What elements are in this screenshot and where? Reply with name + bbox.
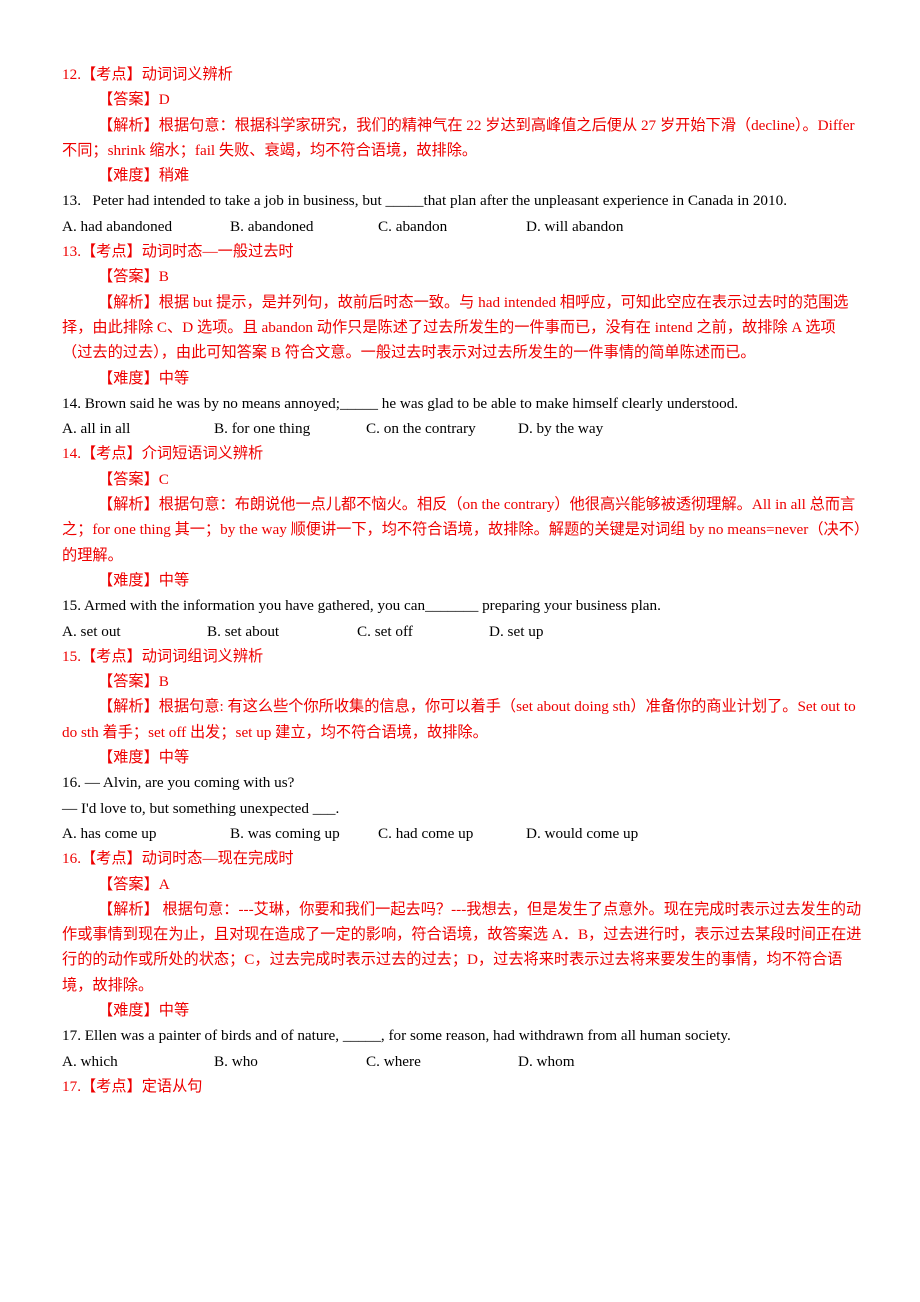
question-line-13: 13. Peter had intended to take a job in …: [62, 192, 788, 210]
option-13-b: B. abandoned: [230, 217, 314, 235]
option-16-d: D. would come up: [526, 824, 639, 842]
kaodian-line-15: 15.【考点】动词词组词义辨析: [62, 647, 264, 665]
option-17-d: D. whom: [518, 1052, 575, 1070]
option-15-d: D. set up: [489, 622, 544, 640]
question-block-17: 17. Ellen was a painter of birds and of …: [62, 1023, 862, 1099]
document-page: 12.【考点】动词词义辨析 【答案】D 【解析】根据句意：根据科学家研究，我们的…: [0, 0, 920, 1302]
option-13-c: C. abandon: [378, 217, 448, 235]
question-line-16-prompt: 16. — Alvin, are you coming with us?: [62, 774, 295, 792]
options-row-13: A. had abandoned B. abandoned C. abandon D.…: [62, 214, 862, 239]
option-17-c: C. where: [366, 1052, 421, 1070]
options-row-14: A. all in all B. for one thing C. on the c…: [62, 416, 862, 441]
option-14-d: D. by the way: [518, 420, 604, 438]
kaodian-line-13: 13.【考点】动词时态—一般过去时: [62, 243, 294, 261]
analysis-line-15: 【解析】根据句意: 有这么些个你所收集的信息，你可以着手（set about d…: [62, 698, 860, 741]
question-block-16: 16. — Alvin, are you coming with us? — I…: [62, 770, 862, 1023]
options-row-16: A. has come up B. was coming up C. had com…: [62, 821, 862, 846]
option-13-d: D. will abandon: [526, 217, 624, 235]
answer-line-13: 【答案】B: [98, 268, 169, 286]
question-block-14: 14. Brown said he was by no means annoye…: [62, 391, 862, 593]
difficulty-line-13: 【难度】中等: [98, 369, 190, 387]
kaodian-line-16: 16.【考点】动词时态—现在完成时: [62, 850, 294, 868]
options-row-15: A. set out B. set about C. set off D. set u…: [62, 619, 862, 644]
option-14-a: A. all in all: [62, 420, 131, 438]
answer-line-16: 【答案】A: [98, 875, 170, 893]
difficulty-line-16: 【难度】中等: [98, 1001, 190, 1019]
analysis-line-14: 【解析】根据句意：布朗说他一点儿都不恼火。相反（on the contrary）…: [62, 496, 862, 564]
analysis-line-12: 【解析】根据句意：根据科学家研究，我们的精神气在 22 岁达到高峰值之后便从 2…: [62, 116, 859, 159]
question-line-16-reply: — I'd love to, but something unexpected …: [62, 799, 340, 817]
answer-line-14: 【答案】C: [98, 470, 169, 488]
kaodian-line-12: 12.【考点】动词词义辨析: [62, 66, 233, 83]
option-15-a: A. set out: [62, 622, 121, 640]
option-15-b: B. set about: [207, 622, 280, 640]
option-16-c: C. had come up: [378, 824, 474, 842]
question-line-14: 14. Brown said he was by no means annoye…: [62, 394, 739, 412]
option-16-a: A. has come up: [62, 824, 157, 842]
question-block-12: 12.【考点】动词词义辨析 【答案】D 【解析】根据句意：根据科学家研究，我们的…: [62, 62, 862, 188]
difficulty-line-14: 【难度】中等: [98, 571, 190, 589]
kaodian-line-14: 14.【考点】介词短语词义辨析: [62, 445, 264, 463]
question-line-15: 15. Armed with the information you have …: [62, 597, 661, 615]
option-16-b: B. was coming up: [230, 824, 340, 842]
answer-line-15: 【答案】B: [98, 673, 169, 691]
question-line-17: 17. Ellen was a painter of birds and of …: [62, 1027, 731, 1045]
option-17-a: A. which: [62, 1052, 118, 1070]
options-row-17: A. which B. who C. where D. whom: [62, 1049, 862, 1074]
kaodian-line-17: 17.【考点】定语从句: [62, 1077, 203, 1095]
analysis-line-16: 【解析】 根据句意：---艾琳，你要和我们一起去吗？---我想去，但是发生了点意…: [62, 900, 862, 994]
option-15-c: C. set off: [357, 622, 413, 640]
option-13-a: A. had abandoned: [62, 217, 173, 235]
question-block-13: 13. Peter had intended to take a job in …: [62, 188, 862, 390]
option-17-b: B. who: [214, 1052, 258, 1070]
answer-line-12: 【答案】D: [98, 91, 170, 109]
difficulty-line-15: 【难度】中等: [98, 749, 190, 767]
option-14-c: C. on the contrary: [366, 420, 476, 438]
option-14-b: B. for one thing: [214, 420, 311, 438]
analysis-line-13: 【解析】根据 but 提示，是并列句，故前后时态一致。与 had intende…: [62, 293, 849, 362]
difficulty-line-12: 【难度】稍难: [98, 167, 190, 185]
question-block-15: 15. Armed with the information you have …: [62, 593, 862, 770]
